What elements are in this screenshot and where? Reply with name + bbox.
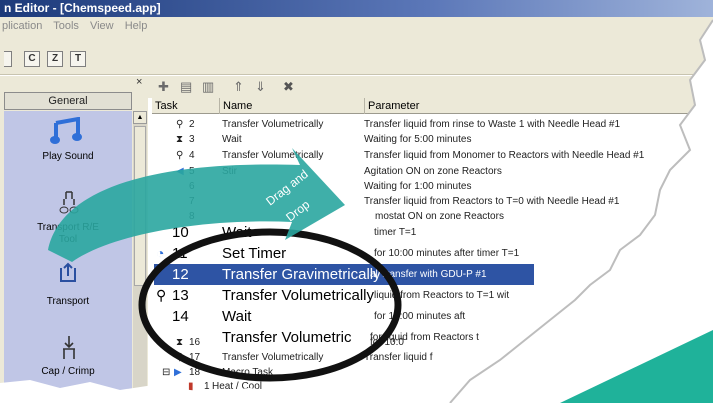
add-task-icon[interactable]: ✚ <box>158 79 169 95</box>
menu-application[interactable]: plication <box>2 20 42 32</box>
main-toolbar: C Z T <box>0 35 713 75</box>
table-row[interactable]: ⧗ 3 Wait Waiting for 5:00 minutes <box>152 134 713 146</box>
macro-task-icon: ▶ <box>174 367 182 378</box>
palette-item-cap-crimp[interactable]: Cap / Crimp <box>4 366 132 378</box>
move-up-icon[interactable]: ⇑ <box>233 79 244 95</box>
heat-cool-icon: ▮ <box>188 381 194 392</box>
task-number: 17 <box>189 352 201 363</box>
task-name: Transfer Gravimetrically <box>222 266 381 283</box>
task-number: 5 <box>189 166 195 177</box>
task-parameter: Transfer liquid from Monomer to Reactors… <box>364 150 645 161</box>
window-title: n Editor - [Chemspeed.app] <box>0 0 713 17</box>
stir-icon: ◀ <box>176 166 184 177</box>
palette-item-transport[interactable]: Transport <box>4 296 132 308</box>
scroll-up-arrow-icon[interactable]: ▲ <box>133 111 147 124</box>
timer-icon: ◔ <box>156 245 165 261</box>
hourglass-icon: ⧗ <box>176 337 184 348</box>
table-row[interactable]: ◀ 5 Stir Agitation ON on zone Reactors <box>152 166 713 178</box>
task-parameter: for 10:0 <box>370 337 404 348</box>
task-name: Transfer Volumetrically <box>222 287 374 304</box>
syringe-icon: ⚲ <box>176 150 184 161</box>
task-name: Heat / Cool <box>212 381 263 392</box>
syringe-icon: ⚲ <box>176 352 184 363</box>
task-number: 6 <box>189 181 195 192</box>
task-name: Transfer Volumetrically <box>222 352 324 363</box>
close-icon[interactable]: × <box>136 76 142 88</box>
table-row-selected[interactable]: ⏳ 12 12 Transfer Gravimetrically al Tran… <box>152 264 713 285</box>
toolbar-button-t[interactable]: T <box>70 51 86 67</box>
paste-icon[interactable]: ▥ <box>202 79 214 95</box>
table-row[interactable]: ▮ 1 Heat / Cool <box>152 381 713 393</box>
palette-group-header[interactable]: General <box>4 92 132 110</box>
table-row[interactable]: 10 Wait timer T=1 <box>152 222 713 243</box>
toolbar-partial-button[interactable] <box>4 51 12 67</box>
copy-icon[interactable]: ▤ <box>180 79 192 95</box>
delete-icon[interactable]: ✖ <box>283 79 294 95</box>
task-number: 7 <box>189 196 195 207</box>
table-row[interactable]: ⊟ ▶ 18 Macro Task <box>152 367 713 379</box>
table-row[interactable]: ⚲ 17 Transfer Volumetrically Transfer li… <box>152 352 713 364</box>
menu-bar: plication Tools View Help <box>0 17 713 35</box>
task-number: 3 <box>189 134 195 145</box>
palette-item-transport-re-tool[interactable]: Transport R/E Tool <box>4 222 132 246</box>
table-row[interactable]: ⚲ 2 Transfer Volumetrically Transfer liq… <box>152 119 713 131</box>
move-down-icon[interactable]: ⇓ <box>255 79 266 95</box>
transport-tool-icon[interactable] <box>58 191 80 215</box>
collapse-icon[interactable]: ⊟ <box>162 367 170 379</box>
task-number: 2 <box>189 119 195 130</box>
task-number: 10 <box>172 224 189 241</box>
transport-icon[interactable] <box>58 262 78 284</box>
task-name: Wait <box>222 134 242 145</box>
task-number: 12 <box>172 266 189 283</box>
task-parameter: for 10:00 minutes after timer T=1 <box>374 248 520 259</box>
task-number: 18 <box>189 367 201 378</box>
task-parameter: liquid from Reactors to T=1 wit <box>374 290 510 301</box>
task-parameter: Transfer liquid f <box>364 352 433 363</box>
table-row[interactable]: 14 Wait for 10:00 minutes aft <box>152 306 713 327</box>
table-row[interactable]: ⧗ 16 for 10:0 <box>152 337 713 349</box>
task-number: 13 <box>172 287 189 304</box>
task-parameter: Transfer liquid from rinse to Waste 1 wi… <box>364 119 621 130</box>
task-name: Transfer Volumetrically <box>222 150 324 161</box>
task-name: Stir <box>222 166 237 177</box>
task-parameter: Waiting for 5:00 minutes <box>364 134 472 145</box>
task-name: Set Timer <box>222 245 287 262</box>
task-parameter: for 10:00 minutes aft <box>374 311 466 322</box>
music-note-icon[interactable] <box>50 117 84 145</box>
task-number: 16 <box>189 337 201 348</box>
selection-highlight: 12 Transfer Gravimetrically al Transfer … <box>154 264 534 285</box>
menu-tools[interactable]: Tools <box>53 20 79 32</box>
task-parameter: al Transfer with GDU-P #1 <box>370 269 487 280</box>
table-row[interactable]: ◔ 11 Set Timer for 10:00 minutes after t… <box>152 243 713 264</box>
table-row[interactable]: 6 Waiting for 1:00 minutes <box>152 181 713 193</box>
task-name: Macro Task <box>222 367 273 378</box>
column-parameter[interactable]: Parameter <box>365 98 713 114</box>
task-number: 11 <box>172 245 188 262</box>
column-name[interactable]: Name <box>220 98 365 114</box>
hourglass-icon: ⧗ <box>176 134 184 145</box>
task-parameter: Waiting for 1:00 minutes <box>364 181 472 192</box>
cap-crimp-icon[interactable] <box>60 335 78 361</box>
column-task[interactable]: Task <box>152 98 220 114</box>
table-row[interactable]: ⚲ 13 Transfer Volumetrically liquid from… <box>152 285 713 306</box>
syringe-icon: ⚲ <box>176 119 184 130</box>
table-row[interactable]: ⚲ 4 Transfer Volumetrically Transfer liq… <box>152 150 713 162</box>
task-number: 1 <box>204 381 210 392</box>
menu-view[interactable]: View <box>90 20 114 32</box>
task-name: Transfer Volumetrically <box>222 119 324 130</box>
task-name: Wait <box>222 308 252 325</box>
menu-help[interactable]: Help <box>125 20 148 32</box>
task-name: Wait <box>222 224 252 241</box>
task-parameter: Transfer liquid from Reactors to T=0 wit… <box>364 196 620 207</box>
table-row[interactable]: 7 Transfer liquid from Reactors to T=0 w… <box>152 196 713 208</box>
scrollbar-thumb[interactable] <box>134 126 146 286</box>
task-number: 4 <box>189 150 195 161</box>
toolbar-button-z[interactable]: Z <box>47 51 63 67</box>
task-number: 14 <box>172 308 189 325</box>
toolbar-button-c[interactable]: C <box>24 51 40 67</box>
task-parameter: Agitation ON on zone Reactors <box>364 166 502 177</box>
task-parameter: timer T=1 <box>374 227 417 238</box>
palette-item-play-sound[interactable]: Play Sound <box>4 151 132 163</box>
syringe-icon: ⚲ <box>156 287 167 303</box>
